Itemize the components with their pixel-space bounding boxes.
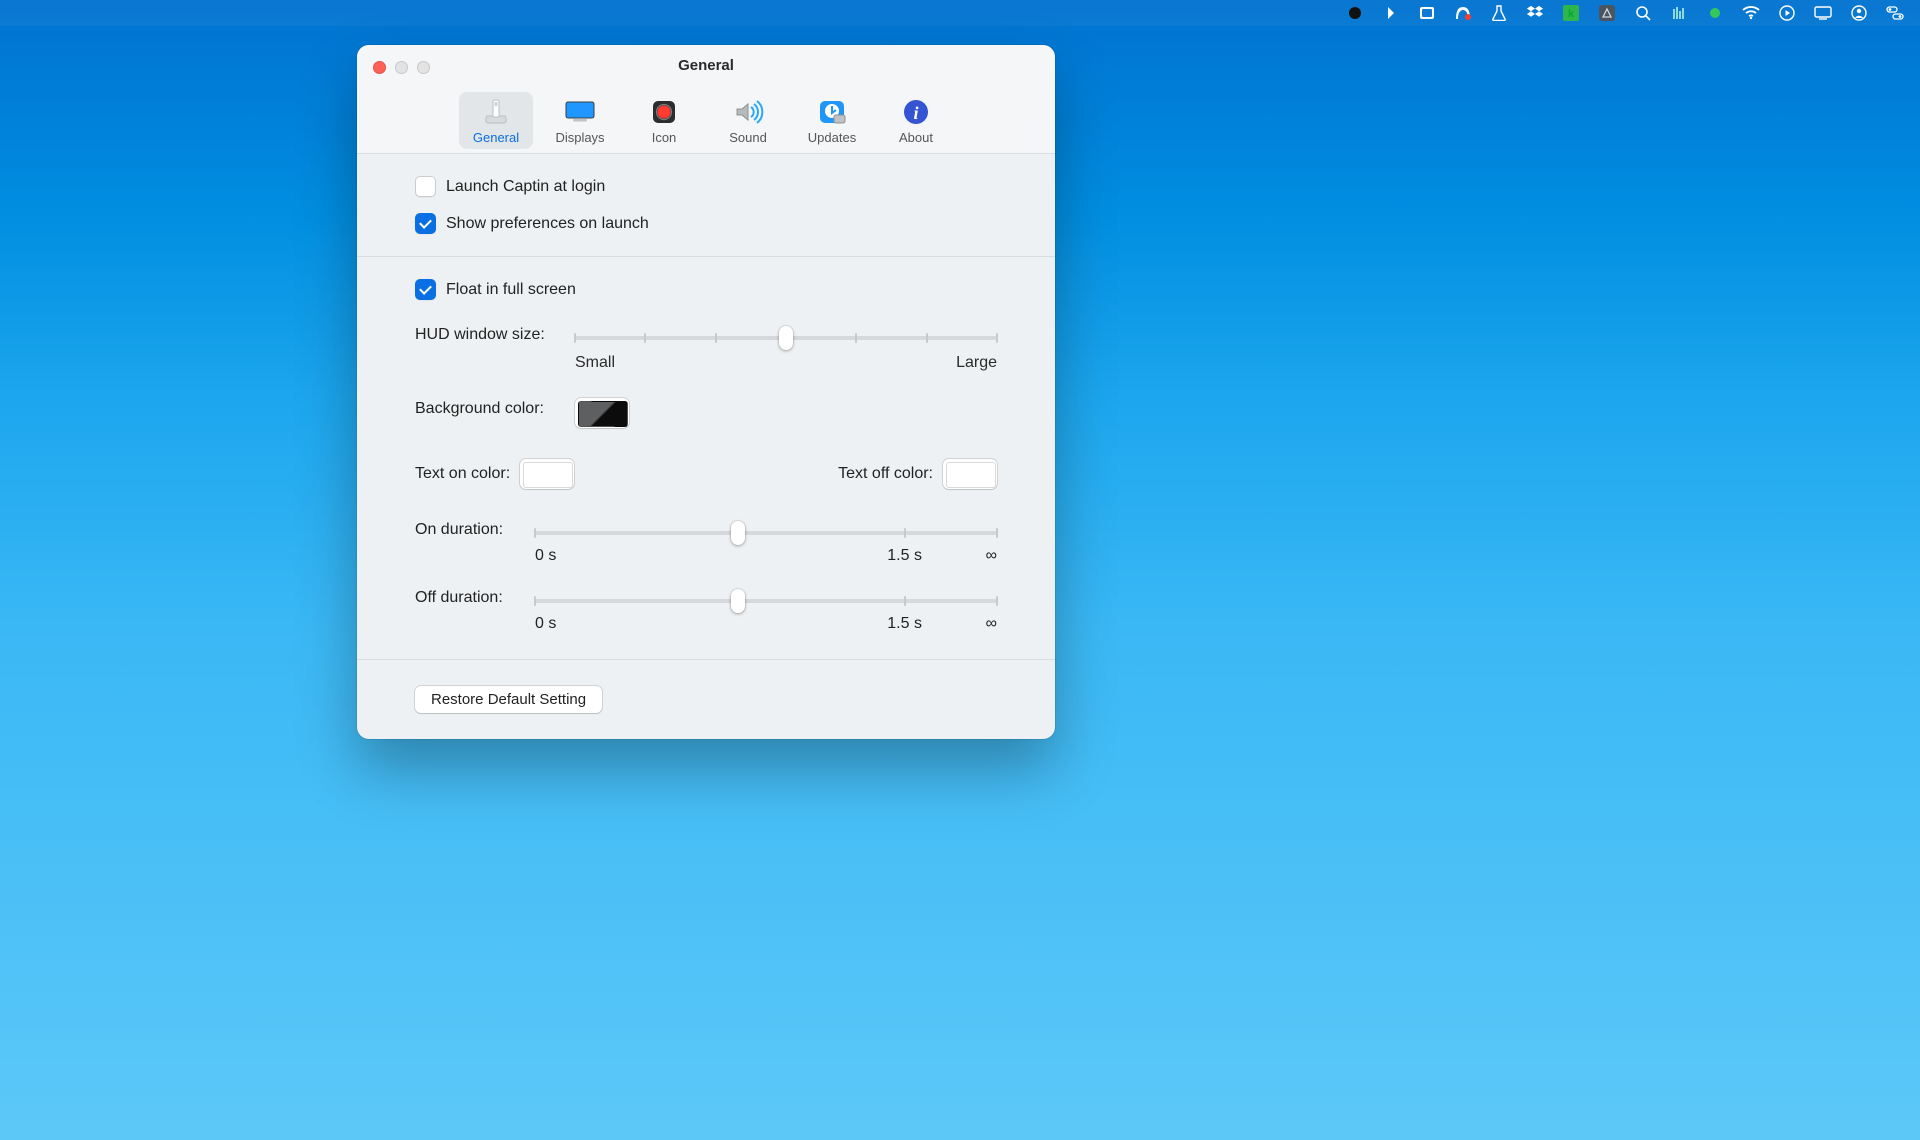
general-options: Launch Captin at login Show preferences … bbox=[357, 154, 1055, 257]
tab-icon[interactable]: Icon bbox=[627, 92, 701, 149]
hud-size-slider[interactable] bbox=[575, 328, 997, 348]
restore-defaults-label: Restore Default Setting bbox=[431, 691, 586, 708]
svg-text:i: i bbox=[913, 103, 918, 123]
hud-size-min-label: Small bbox=[575, 354, 615, 372]
float-fullscreen-label: Float in full screen bbox=[446, 281, 576, 299]
bars-icon[interactable] bbox=[1670, 4, 1688, 22]
updates-icon bbox=[815, 97, 849, 127]
show-prefs-row: Show preferences on launch bbox=[415, 213, 997, 234]
on-duration-row: On duration: 0 s 1.5 s ∞ bbox=[415, 519, 997, 569]
tab-displays[interactable]: Displays bbox=[543, 92, 617, 149]
tab-label: Displays bbox=[555, 130, 604, 145]
float-fullscreen-checkbox[interactable] bbox=[415, 279, 436, 300]
on-duration-min-label: 0 s bbox=[535, 547, 556, 565]
chevron-right-icon[interactable] bbox=[1382, 4, 1400, 22]
launch-at-login-checkbox[interactable] bbox=[415, 176, 436, 197]
show-prefs-checkbox[interactable] bbox=[415, 213, 436, 234]
show-prefs-label: Show preferences on launch bbox=[446, 215, 649, 233]
person-circle-icon[interactable] bbox=[1850, 4, 1868, 22]
restore-defaults-button[interactable]: Restore Default Setting bbox=[415, 686, 602, 713]
hud-size-label: HUD window size: bbox=[415, 324, 575, 344]
document-icon[interactable] bbox=[1418, 4, 1436, 22]
icon-icon bbox=[647, 97, 681, 127]
hud-size-max-label: Large bbox=[956, 354, 997, 372]
launch-at-login-label: Launch Captin at login bbox=[446, 178, 605, 196]
triangle-icon[interactable] bbox=[1598, 4, 1616, 22]
off-duration-label: Off duration: bbox=[415, 587, 535, 607]
display-icon[interactable] bbox=[1814, 4, 1832, 22]
text-off-label: Text off color: bbox=[838, 465, 933, 483]
bgcolor-label: Background color: bbox=[415, 398, 575, 418]
off-duration-mid-label: 1.5 s bbox=[887, 615, 922, 633]
launch-at-login-row: Launch Captin at login bbox=[415, 176, 997, 197]
off-duration-min-label: 0 s bbox=[535, 615, 556, 633]
window-title: General bbox=[357, 57, 1055, 74]
tab-sound[interactable]: Sound bbox=[711, 92, 785, 149]
on-duration-max-label: ∞ bbox=[986, 547, 997, 565]
about-icon: i bbox=[899, 97, 933, 127]
tab-bar: General Displays bbox=[357, 92, 1055, 149]
tab-label: Updates bbox=[808, 130, 856, 145]
tab-updates[interactable]: Updates bbox=[795, 92, 869, 149]
off-duration-max-label: ∞ bbox=[986, 615, 997, 633]
record-icon[interactable] bbox=[1346, 4, 1364, 22]
dropbox-icon[interactable] bbox=[1526, 4, 1544, 22]
tab-label: General bbox=[473, 130, 519, 145]
text-colors-row: Text on color: Text off color: bbox=[415, 459, 997, 489]
on-duration-label: On duration: bbox=[415, 519, 535, 539]
malwarebytes-icon[interactable] bbox=[1454, 4, 1472, 22]
tab-label: About bbox=[899, 130, 933, 145]
general-icon bbox=[479, 97, 513, 127]
play-circle-icon[interactable] bbox=[1778, 4, 1796, 22]
footer: Restore Default Setting bbox=[357, 660, 1055, 739]
flask-icon[interactable] bbox=[1490, 4, 1508, 22]
tab-general[interactable]: General bbox=[459, 92, 533, 149]
text-off-color-well[interactable] bbox=[943, 459, 997, 489]
off-duration-slider[interactable] bbox=[535, 591, 997, 611]
float-fullscreen-row: Float in full screen bbox=[415, 279, 997, 300]
k-icon[interactable]: k bbox=[1562, 4, 1580, 22]
wifi-icon[interactable] bbox=[1742, 4, 1760, 22]
sound-icon bbox=[731, 97, 765, 127]
text-on-label: Text on color: bbox=[415, 465, 510, 483]
tab-label: Sound bbox=[729, 130, 767, 145]
preferences-window: General General bbox=[357, 45, 1055, 739]
on-duration-slider[interactable] bbox=[535, 523, 997, 543]
off-duration-row: Off duration: 0 s 1.5 s ∞ bbox=[415, 587, 997, 637]
search-icon[interactable] bbox=[1634, 4, 1652, 22]
tab-label: Icon bbox=[652, 130, 677, 145]
titlebar: General General bbox=[357, 45, 1055, 154]
text-on-color-well[interactable] bbox=[520, 459, 574, 489]
displays-icon bbox=[563, 97, 597, 127]
control-center-icon[interactable] bbox=[1886, 4, 1904, 22]
bgcolor-row: Background color: bbox=[415, 398, 997, 433]
svg-text:k: k bbox=[1568, 8, 1575, 20]
tab-about[interactable]: i About bbox=[879, 92, 953, 149]
status-dot-icon[interactable] bbox=[1706, 4, 1724, 22]
on-duration-mid-label: 1.5 s bbox=[887, 547, 922, 565]
hud-options: Float in full screen HUD window size: Sm bbox=[357, 257, 1055, 660]
bgcolor-well[interactable] bbox=[575, 398, 629, 428]
menubar: k bbox=[0, 0, 1920, 26]
hud-size-row: HUD window size: Small Large bbox=[415, 324, 997, 372]
